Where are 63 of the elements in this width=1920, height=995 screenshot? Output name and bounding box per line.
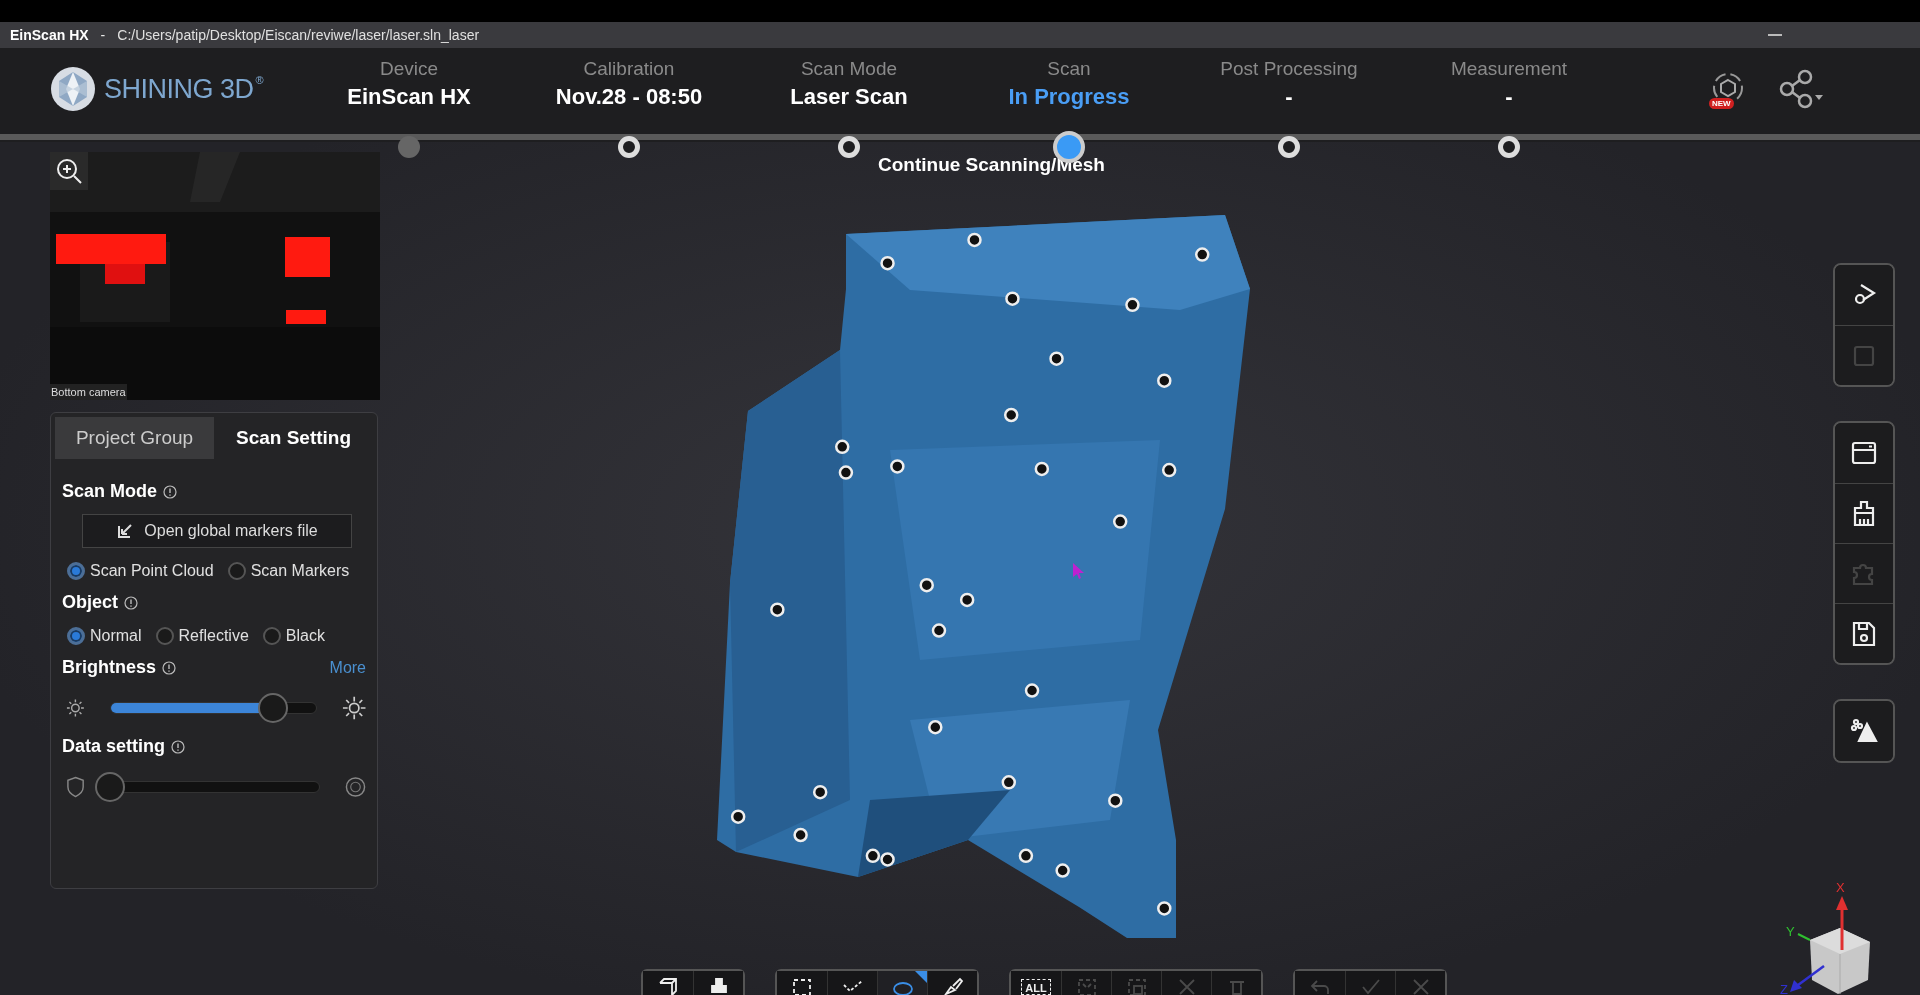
gauge-icon [345,776,366,798]
step-value: Nov.28 - 08:50 [555,84,703,110]
open-markers-button[interactable]: Open global markers file [82,514,352,548]
step-title: Scan [1047,58,1091,80]
step-marker[interactable] [1278,136,1300,158]
title-separator: - [100,27,106,43]
frame-icon [1125,977,1148,995]
logo-icon [50,66,96,112]
dim-sun-icon [66,698,85,718]
step-value: - [1505,84,1513,110]
dashed-frame-icon [1075,977,1098,995]
cursor-icon [1073,563,1085,579]
step-title: Device [379,58,439,80]
scan-hint: Continue Scanning/Mesh [878,154,1105,176]
panel-tab[interactable]: Project Group [55,417,214,459]
radio-option[interactable]: Scan Point Cloud [67,562,214,580]
step-title: Measurement [1450,58,1568,80]
slider-thumb[interactable] [258,693,289,723]
axis-cube-drawing: X Y Z [1780,880,1890,995]
camera-label: Bottom camera [50,384,127,400]
cube-icon [657,977,679,995]
registered-mark: ® [255,74,264,86]
section-title: Scan Mode [62,481,158,502]
file-path: C:/Users/patip/Desktop/Eiscan/reviwe/laser/laser.sln_laser [117,27,480,43]
step-value: - [1285,84,1293,110]
share-icon[interactable] [1777,69,1825,109]
section-title: Object [62,592,118,613]
step-title: Post Processing [1220,58,1358,80]
more-link[interactable]: More [329,658,366,677]
step-marker[interactable] [838,136,860,158]
zoom-in-icon[interactable] [50,152,88,190]
step-marker[interactable] [398,136,420,158]
step-marker[interactable] [1498,136,1520,158]
app-name: EinScan HX [10,27,89,43]
radio-option[interactable]: Black [262,627,325,645]
import-icon [116,522,135,540]
step-title: Calibration [583,58,675,80]
rectangle-select-icon [791,977,813,995]
bright-sun-icon [341,695,366,721]
info-icon[interactable] [163,484,178,499]
slider-thumb[interactable] [95,772,126,802]
check-icon [1359,977,1382,995]
radio-option[interactable]: Normal [67,627,142,645]
toolbar-button[interactable] [693,971,743,995]
section-title: Data setting [62,736,166,757]
toolbar-button[interactable] [927,971,977,995]
undo-icon [1309,977,1331,995]
step-value: Laser Scan [790,84,908,110]
info-icon[interactable] [124,595,138,610]
step-marker[interactable] [618,136,640,158]
brand-name: SHINING 3D [104,73,254,105]
step-value: In Progress [1008,84,1130,110]
section-title: Brightness [62,657,157,678]
step-value: EinScan HX [347,84,471,110]
info-icon[interactable] [162,660,177,675]
info-icon[interactable] [171,739,186,754]
shield-icon [66,776,86,798]
radio-option[interactable]: Reflective [155,627,249,645]
radio-option[interactable]: Scan Markers [227,562,350,580]
step-title: Scan Mode [800,58,898,80]
tool-button[interactable] [1835,701,1893,761]
tool-button[interactable] [1835,603,1893,663]
panel-tab[interactable]: Scan Setting [214,417,373,459]
